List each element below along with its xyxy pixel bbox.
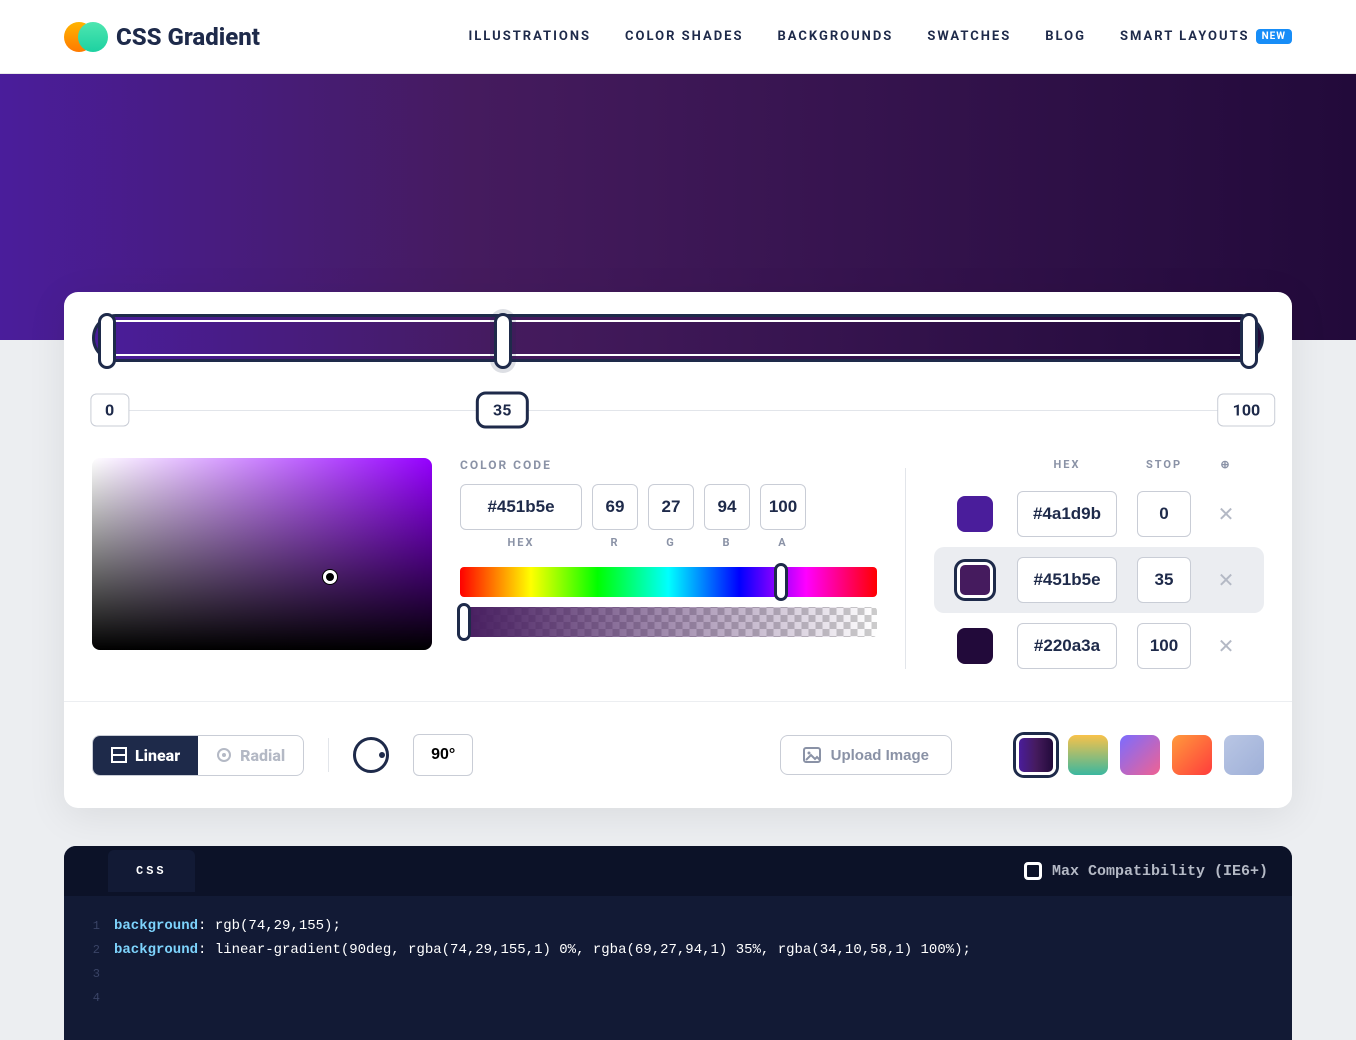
code-output-panel: CSS Max Compatibility (IE6+) 1234 backgr… [64, 846, 1292, 1040]
alpha-slider[interactable] [460, 607, 877, 637]
stop-hex-0[interactable] [1017, 491, 1117, 537]
angle-input[interactable] [413, 734, 473, 776]
stop-hex-2[interactable] [1017, 623, 1117, 669]
preset-3[interactable] [1172, 735, 1212, 775]
linear-button[interactable]: Linear [93, 736, 198, 775]
preset-swatches [1016, 735, 1264, 775]
g-input[interactable] [648, 484, 694, 530]
gradient-track[interactable] [92, 314, 1264, 362]
swatch-icon[interactable] [957, 562, 993, 598]
code-lines[interactable]: background: rgb(74,29,155); background: … [114, 914, 971, 1010]
delete-stop-icon[interactable]: ✕ [1211, 634, 1241, 658]
delete-stop-icon[interactable]: ✕ [1211, 502, 1241, 526]
stops-list: HEX STOP ⊕ ✕ ✕ [934, 458, 1264, 679]
css-tab[interactable]: CSS [108, 850, 195, 892]
checkbox-icon[interactable] [1024, 862, 1042, 880]
logo-icon [64, 22, 104, 52]
preset-1[interactable] [1068, 735, 1108, 775]
brand-logo[interactable]: CSS Gradient [64, 22, 260, 52]
preset-0[interactable] [1016, 735, 1056, 775]
picker-cursor-icon[interactable] [323, 570, 337, 584]
hue-slider[interactable] [460, 567, 877, 597]
main-nav: ILLUSTRATIONS COLOR SHADES BACKGROUNDS S… [468, 29, 1292, 44]
stop-pos-0[interactable] [1137, 491, 1191, 537]
swatch-icon[interactable] [957, 496, 993, 532]
line-gutter: 1234 [64, 914, 114, 1010]
angle-knob[interactable] [353, 737, 389, 773]
bottom-toolbar: Linear Radial Upload Image [64, 701, 1292, 808]
preset-4[interactable] [1224, 735, 1264, 775]
preset-2[interactable] [1120, 735, 1160, 775]
max-compat-toggle[interactable]: Max Compatibility (IE6+) [1024, 862, 1268, 880]
stop-handle-2[interactable] [1240, 313, 1258, 369]
stop-row-0[interactable]: ✕ [934, 481, 1264, 547]
a-input[interactable] [760, 484, 806, 530]
b-input[interactable] [704, 484, 750, 530]
radial-icon [216, 747, 232, 763]
stop-handle-1[interactable] [494, 313, 512, 369]
upload-image-button[interactable]: Upload Image [780, 735, 952, 775]
nav-color-shades[interactable]: COLOR SHADES [625, 29, 743, 44]
saturation-picker[interactable] [92, 458, 432, 650]
nav-backgrounds[interactable]: BACKGROUNDS [777, 29, 893, 44]
stop-positions-row: 0 35 100 [92, 380, 1264, 440]
linear-icon [111, 747, 127, 763]
editor-panel: 0 35 100 COLOR CODE HEX R [64, 292, 1292, 808]
alpha-slider-handle[interactable] [457, 603, 471, 641]
swatch-icon[interactable] [957, 628, 993, 664]
stop-handle-0[interactable] [98, 313, 116, 369]
stop-label-2[interactable]: 100 [1218, 394, 1276, 427]
type-toggle: Linear Radial [92, 735, 304, 776]
hex-input[interactable] [460, 484, 582, 530]
hue-slider-handle[interactable] [774, 563, 788, 601]
delete-stop-icon[interactable]: ✕ [1211, 568, 1241, 592]
stop-pos-1[interactable] [1137, 557, 1191, 603]
nav-smart-layouts[interactable]: SMART LAYOUTS NEW [1120, 29, 1292, 44]
nav-illustrations[interactable]: ILLUSTRATIONS [468, 29, 591, 44]
stop-row-2[interactable]: ✕ [934, 613, 1264, 679]
stop-row-1[interactable]: ✕ [934, 547, 1264, 613]
stop-label-0[interactable]: 0 [90, 394, 129, 427]
nav-blog[interactable]: BLOG [1045, 29, 1086, 44]
color-code-column: COLOR CODE HEX R G [460, 458, 877, 679]
image-icon [803, 746, 821, 764]
radial-button[interactable]: Radial [198, 736, 303, 775]
stop-label-1[interactable]: 35 [476, 392, 528, 429]
stop-hex-1[interactable] [1017, 557, 1117, 603]
color-code-label: COLOR CODE [460, 458, 877, 472]
stop-pos-2[interactable] [1137, 623, 1191, 669]
new-badge: NEW [1256, 29, 1292, 44]
brand-name: CSS Gradient [116, 23, 260, 51]
r-input[interactable] [592, 484, 638, 530]
site-header: CSS Gradient ILLUSTRATIONS COLOR SHADES … [0, 0, 1356, 74]
add-stop-button[interactable]: ⊕ [1211, 458, 1241, 471]
nav-swatches[interactable]: SWATCHES [927, 29, 1011, 44]
